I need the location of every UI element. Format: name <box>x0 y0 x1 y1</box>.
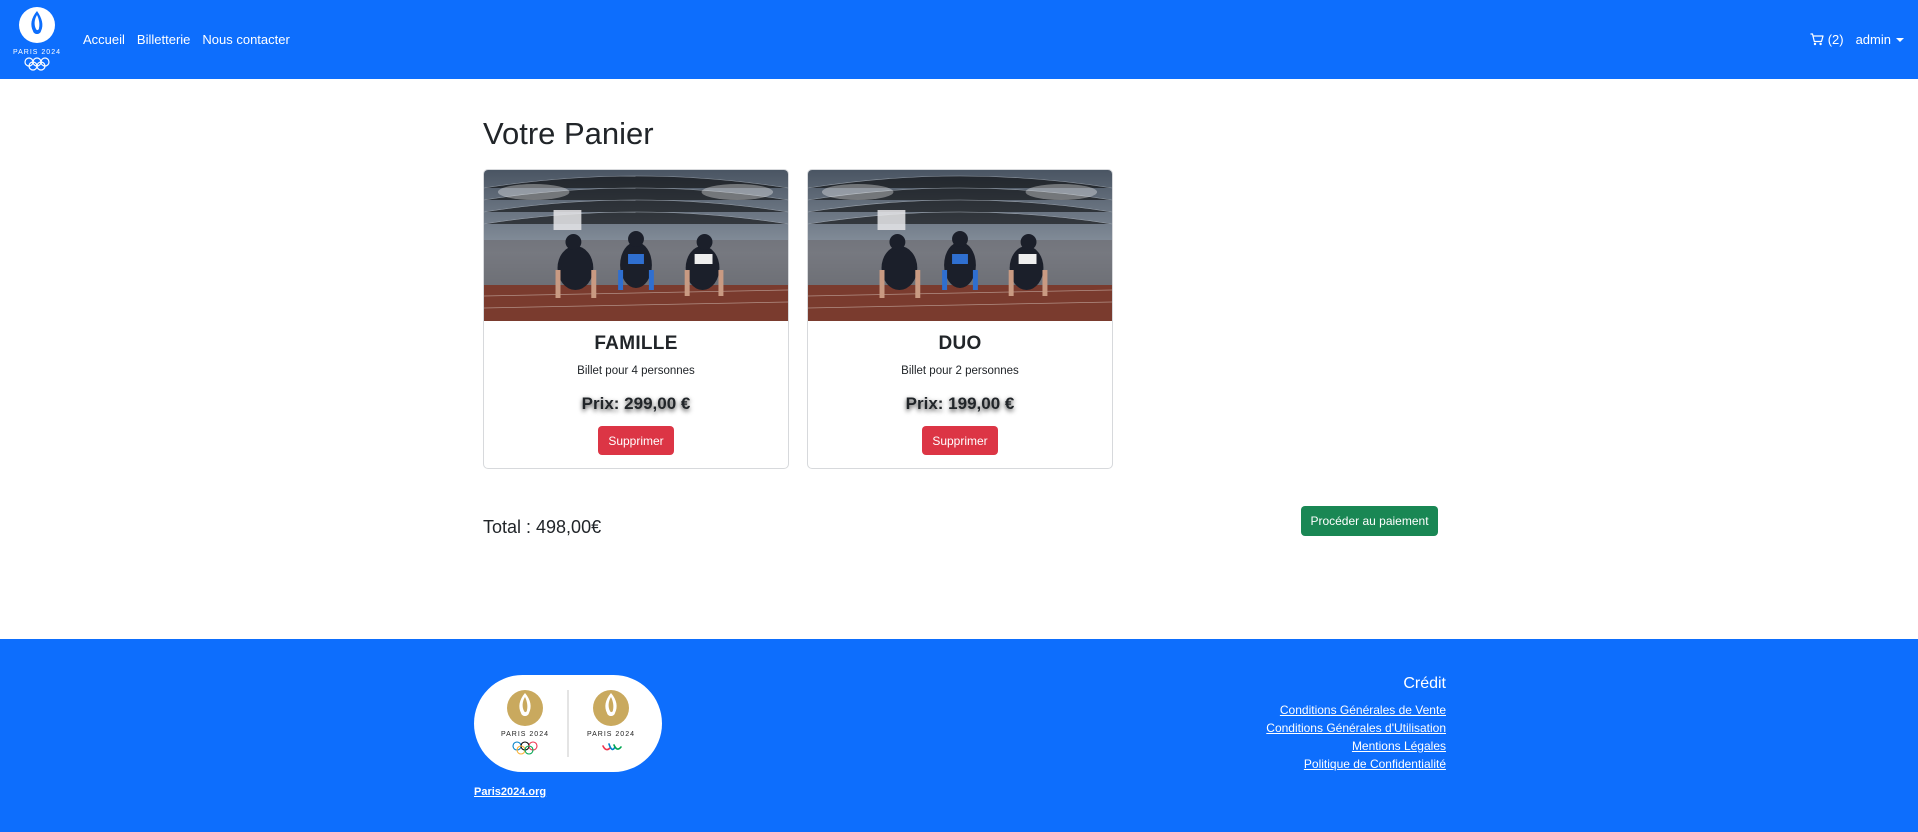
link-privacy-policy[interactable]: Politique de Confidentialité <box>1266 755 1446 773</box>
user-dropdown[interactable]: admin <box>1856 32 1904 47</box>
card-price: Prix: 199,00 € <box>905 394 1015 413</box>
navbar: PARIS 2024 Accueil Billetterie Nous cont… <box>0 0 1918 79</box>
nav-link-contact[interactable]: Nous contacter <box>202 32 289 47</box>
logo-text-paralympic: PARIS 2024 <box>587 731 635 738</box>
proceed-payment-button[interactable]: Procéder au paiement <box>1301 506 1438 536</box>
stadium-photo <box>808 170 1112 321</box>
card-description: Billet pour 2 personnes <box>901 365 1019 377</box>
card-description: Billet pour 4 personnes <box>577 365 695 377</box>
logo-text-olympic: PARIS 2024 <box>501 731 549 738</box>
nav-link-accueil[interactable]: Accueil <box>83 32 125 47</box>
nav-link-billetterie[interactable]: Billetterie <box>137 32 190 47</box>
caret-down-icon <box>1896 38 1904 42</box>
cart-icon <box>1810 33 1824 46</box>
cart-item-card: FAMILLE Billet pour 4 personnes Prix: 29… <box>483 169 789 469</box>
cart-item-card: DUO Billet pour 2 personnes Prix: 199,00… <box>807 169 1113 469</box>
link-mentions-legales[interactable]: Mentions Légales <box>1266 737 1446 755</box>
card-price: Prix: 299,00 € <box>581 394 691 413</box>
footer-logo: PARIS 2024 PARIS 2024 <box>474 675 662 772</box>
link-cgv[interactable]: Conditions Générales de Vente <box>1266 701 1446 719</box>
card-title: DUO <box>938 333 982 354</box>
footer-links: Crédit Conditions Générales de Vente Con… <box>1266 675 1446 773</box>
cart-total: Total : 498,00€ <box>483 517 602 537</box>
brand-text: PARIS 2024 <box>13 49 61 56</box>
stadium-photo <box>484 170 788 321</box>
brand-logo[interactable]: PARIS 2024 <box>6 4 68 72</box>
card-title: FAMILLE <box>594 333 678 354</box>
cart-button[interactable]: (2) <box>1810 32 1844 47</box>
nav-links: Accueil Billetterie Nous contacter <box>83 0 290 79</box>
remove-item-button[interactable]: Supprimer <box>598 426 674 455</box>
page-title: Votre Panier <box>483 116 654 151</box>
link-cgu[interactable]: Conditions Générales d'Utilisation <box>1266 719 1446 737</box>
cart-count: (2) <box>1827 32 1844 47</box>
paris-2024-logo-icon: PARIS 2024 <box>13 7 61 71</box>
footer-site-link[interactable]: Paris2024.org <box>474 786 546 798</box>
user-label: admin <box>1855 32 1891 47</box>
credit-title: Crédit <box>1403 675 1446 692</box>
paris-2024-olympic-paralympic-logo-icon: PARIS 2024 PARIS 2024 <box>501 690 635 757</box>
nav-right: (2) admin <box>1810 0 1904 79</box>
footer: PARIS 2024 PARIS 2024 Paris2024.org Créd… <box>0 639 1918 832</box>
remove-item-button[interactable]: Supprimer <box>922 426 998 455</box>
